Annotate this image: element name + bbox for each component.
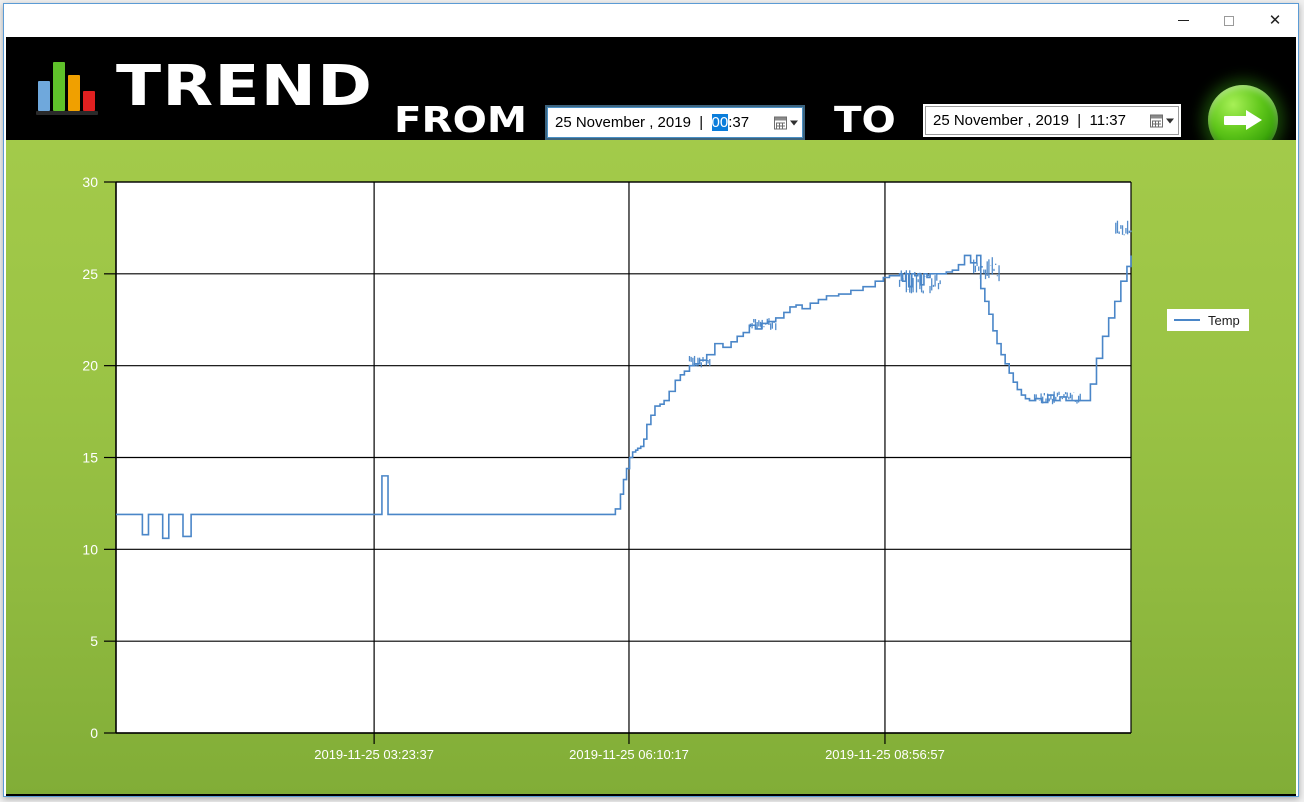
to-separator-2 (1081, 112, 1089, 129)
from-datetime-value: 25 November , 2019 | 00:37 (548, 114, 749, 131)
y-axis-label: 15 (82, 450, 98, 466)
minimize-icon (1177, 20, 1189, 21)
app-title: TREND (116, 54, 374, 119)
from-datetime-picker[interactable]: 25 November , 2019 | 00:37 (547, 107, 803, 138)
from-minute-part[interactable]: :37 (728, 114, 749, 131)
from-separator (691, 114, 699, 131)
logo-bar-red (83, 91, 95, 111)
from-hour-part[interactable]: 00 (711, 114, 729, 131)
to-separator (1069, 112, 1077, 129)
to-date-part[interactable]: 25 November , 2019 (933, 112, 1069, 129)
trend-chart-panel: 0 5 10 15 20 25 30 2019-11-25 03:23:37 2019-11-2… (6, 140, 1296, 794)
logo-bar-blue (38, 81, 50, 111)
from-calendar-dropdown-button[interactable] (774, 116, 798, 129)
x-axis-label: 2019-11-25 06:10:17 (569, 747, 689, 762)
app-logo: TREND (36, 51, 372, 127)
to-label: TO (834, 100, 896, 140)
logo-bar-base (36, 111, 98, 115)
y-axis-label: 25 (82, 266, 98, 282)
chart-legend: Temp (1167, 309, 1249, 331)
y-axis-label: 20 (82, 358, 98, 374)
chevron-down-icon (1166, 118, 1174, 123)
submit-go-button[interactable] (1208, 85, 1278, 140)
legend-label-temp: Temp (1208, 312, 1240, 328)
y-axis-label: 10 (82, 541, 98, 557)
close-button[interactable]: ✕ (1252, 4, 1298, 37)
close-icon: ✕ (1268, 11, 1282, 29)
minimize-button[interactable] (1160, 4, 1206, 37)
window-title-bar: ✕ (4, 4, 1298, 37)
app-header-toolbar: TREND FROM 25 November , 2019 | 00:37 TO… (6, 37, 1296, 140)
from-separator-2 (703, 114, 711, 131)
to-datetime-value: 25 November , 2019 | 11:37 (926, 112, 1126, 129)
y-axis-label: 5 (90, 633, 98, 649)
x-axis-label: 2019-11-25 08:56:57 (825, 747, 945, 762)
bar-chart-icon (36, 55, 98, 115)
from-date-part[interactable]: 25 November , 2019 (555, 114, 691, 131)
window-controls: ✕ (1160, 4, 1298, 37)
to-time-part[interactable]: 11:37 (1090, 112, 1126, 129)
temperature-line-chart[interactable]: 0 5 10 15 20 25 30 2019-11-25 03:23:37 2019-11-2… (6, 140, 1296, 794)
maximize-icon (1224, 15, 1234, 26)
to-calendar-dropdown-button[interactable] (1150, 114, 1174, 127)
logo-bar-orange (68, 75, 80, 111)
chevron-down-icon (790, 120, 798, 125)
to-datetime-picker[interactable]: 25 November , 2019 | 11:37 (925, 106, 1179, 135)
legend-line-swatch (1174, 319, 1200, 321)
calendar-icon (774, 116, 787, 129)
y-axis-label: 0 (90, 725, 98, 741)
trend-application-window: ✕ TREND FROM 25 November , 2019 | 00:37 … (3, 3, 1299, 797)
window-bottom-border (6, 794, 1296, 796)
calendar-icon (1150, 114, 1163, 127)
logo-bar-green (53, 62, 65, 111)
from-label: FROM (394, 100, 527, 140)
arrow-right-icon (1224, 110, 1262, 130)
x-axis-label: 2019-11-25 03:23:37 (314, 747, 434, 762)
maximize-button[interactable] (1206, 4, 1252, 37)
y-axis-label: 30 (82, 174, 98, 190)
